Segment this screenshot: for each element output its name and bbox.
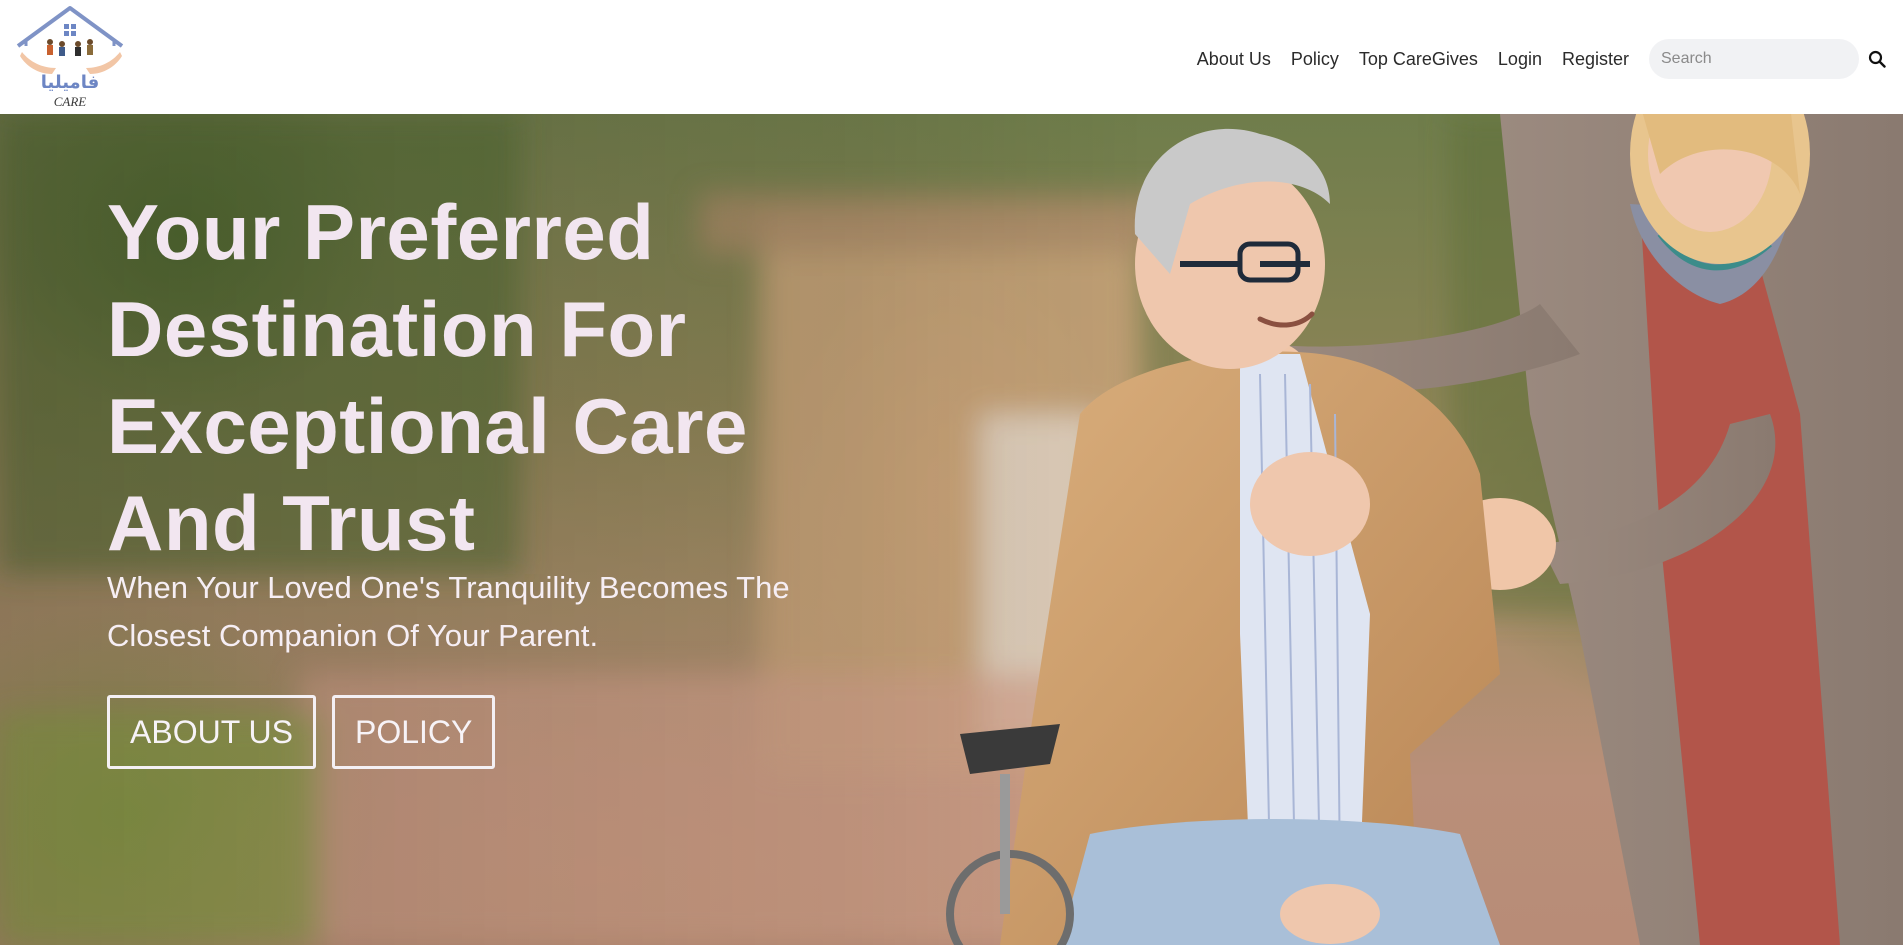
- caregiver-with-elderly-man-image: [946, 114, 1903, 945]
- main-nav: About Us Policy Top CareGives Login Regi…: [1187, 38, 1903, 80]
- site-logo[interactable]: فاميليا CARE: [12, 2, 130, 112]
- search-button[interactable]: [1865, 47, 1889, 71]
- svg-text:فاميليا: فاميليا: [41, 72, 100, 93]
- svg-text:CARE: CARE: [54, 94, 87, 109]
- nav-policy[interactable]: Policy: [1291, 49, 1339, 70]
- house-care-logo-icon: فاميليا CARE: [16, 6, 124, 109]
- hero-buttons: ABOUT US POLICY: [107, 695, 496, 769]
- nav-login[interactable]: Login: [1498, 49, 1542, 70]
- search-bar: [1649, 39, 1889, 79]
- nav-register[interactable]: Register: [1562, 49, 1629, 70]
- nav-about-us[interactable]: About Us: [1197, 49, 1271, 70]
- policy-button[interactable]: POLICY: [332, 695, 496, 769]
- site-header: فاميليا CARE About Us Policy Top CareGiv…: [0, 0, 1903, 114]
- about-us-button[interactable]: ABOUT US: [107, 695, 316, 769]
- hero-title: Your Preferred Destination For Exception…: [107, 188, 748, 567]
- search-icon: [1868, 50, 1886, 68]
- hero-banner: Your Preferred Destination For Exception…: [0, 114, 1903, 945]
- hero-subtitle: When Your Loved One's Tranquility Become…: [107, 570, 790, 653]
- search-input[interactable]: [1649, 39, 1859, 79]
- nav-top-caregivers[interactable]: Top CareGives: [1359, 49, 1478, 70]
